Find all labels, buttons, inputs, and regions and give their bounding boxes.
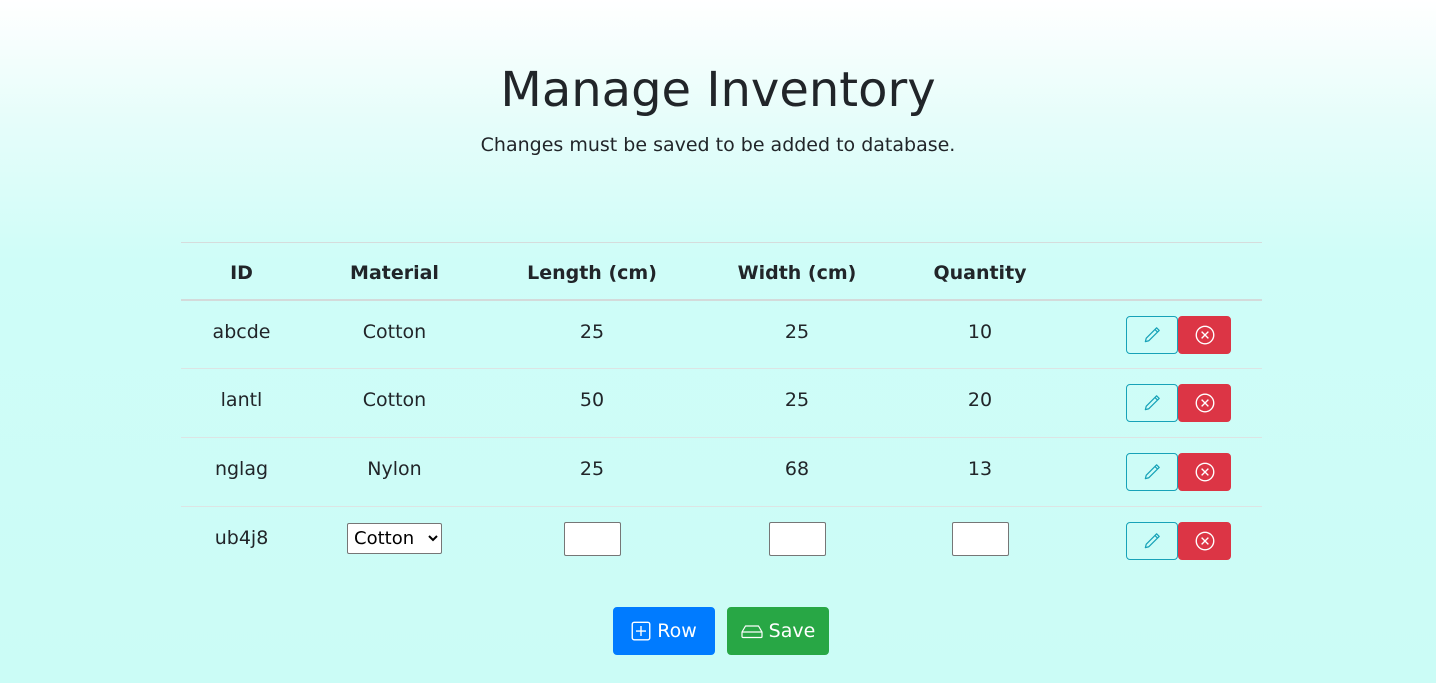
cell-id: lantl [220,389,263,411]
pencil-icon [1143,326,1161,344]
cell-id: nglag [214,458,269,480]
cell-quantity: 13 [967,458,993,480]
add-row-button[interactable]: Row [613,607,715,655]
header-actions [1063,243,1262,300]
plus-square-icon [631,621,651,641]
cell-length [487,507,697,576]
delete-button[interactable] [1178,522,1231,560]
table-header-row: ID Material Length (cm) Width (cm) Quant… [181,242,1262,300]
quantity-input[interactable] [951,522,1009,556]
row-actions [1063,384,1262,422]
save-label: Save [768,620,816,642]
cell-width: 25 [784,389,810,411]
cell-actions [1063,507,1262,576]
cell-length: 25 [579,458,605,480]
edit-button[interactable] [1126,522,1178,560]
cell-material: Nylon [367,458,422,480]
header-id: ID [230,262,253,284]
page-title: Manage Inventory [500,62,936,118]
edit-button[interactable] [1126,315,1178,354]
width-input[interactable] [768,522,826,556]
cell-quantity: 10 [967,320,993,343]
delete-button[interactable] [1178,315,1231,354]
x-circle-icon [1195,462,1215,482]
row-actions [1063,315,1262,354]
save-button[interactable]: Save [727,607,829,655]
x-circle-icon [1195,393,1215,413]
cell-material: Cotton [362,320,427,343]
cell-actions [1063,369,1262,438]
row-actions [1063,522,1262,560]
inventory-table: ID Material Length (cm) Width (cm) Quant… [181,242,1262,576]
table-row-editing: ub4j8 Cotton [181,507,1262,576]
header-length: Length (cm) [527,262,657,284]
cell-id: abcde [212,320,271,343]
pencil-icon [1143,532,1161,550]
cell-id: ub4j8 [214,527,269,549]
header-material: Material [350,262,439,284]
header-width: Width (cm) [737,262,857,284]
table-row: abcde Cotton 25 25 10 [181,300,1262,369]
pencil-icon [1143,394,1161,412]
pencil-icon [1143,463,1161,481]
length-input[interactable] [563,522,621,556]
row-actions [1063,453,1262,491]
cell-width: 25 [784,320,810,343]
material-select[interactable]: Cotton [347,523,442,554]
delete-button[interactable] [1178,453,1231,491]
x-circle-icon [1195,531,1215,551]
edit-button[interactable] [1126,453,1178,491]
cell-length: 25 [579,320,605,343]
cell-material: Cotton [362,389,427,411]
cell-actions [1063,438,1262,507]
cell-material: Cotton [302,507,487,576]
cell-width: 68 [784,458,810,480]
hdd-icon [741,623,763,639]
edit-button[interactable] [1126,384,1178,422]
cell-actions [1063,300,1262,369]
x-circle-icon [1195,325,1215,345]
inventory-table-container: ID Material Length (cm) Width (cm) Quant… [181,242,1262,576]
page-subtitle: Changes must be saved to be added to dat… [480,134,956,156]
table-row: nglag Nylon 25 68 13 [181,438,1262,507]
cell-quantity [897,507,1063,576]
add-row-label: Row [657,620,697,642]
table-row: lantl Cotton 50 25 20 [181,369,1262,438]
cell-quantity: 20 [967,389,993,411]
delete-button[interactable] [1178,384,1231,422]
cell-length: 50 [579,389,605,411]
cell-width [697,507,897,576]
header-quantity: Quantity [933,262,1027,284]
